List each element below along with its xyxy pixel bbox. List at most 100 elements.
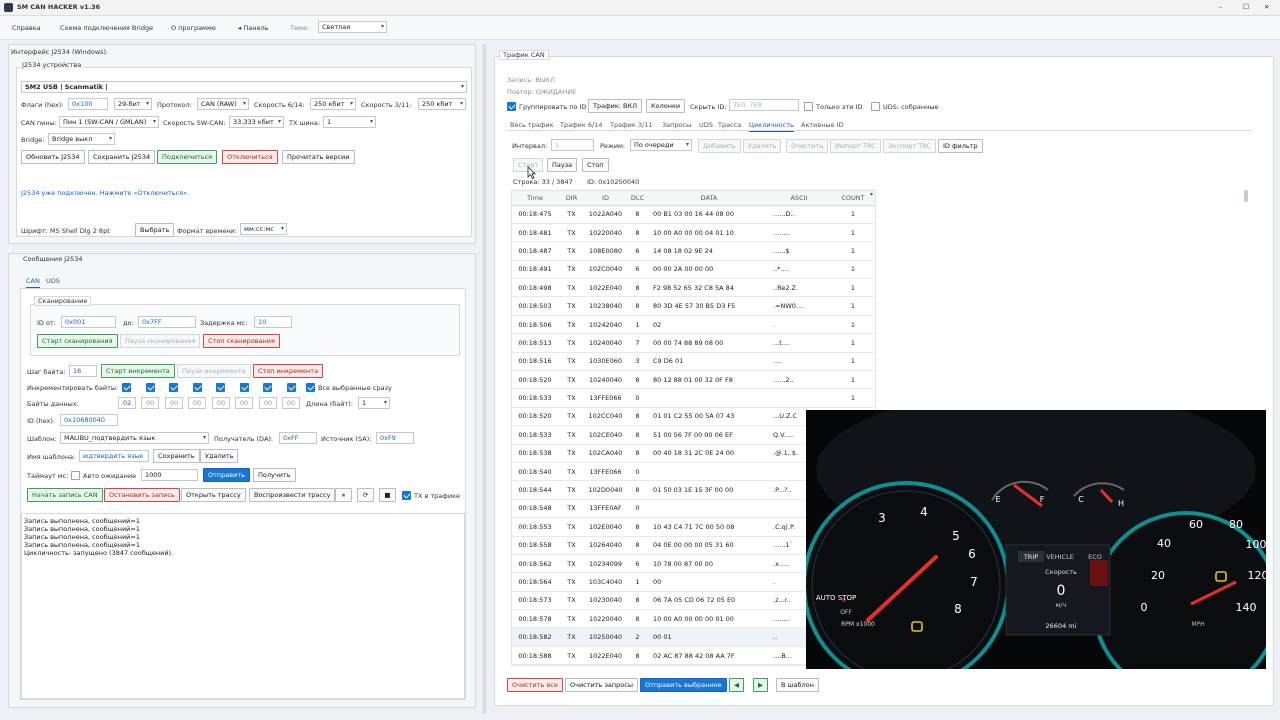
column-data[interactable]: DATA: [649, 191, 769, 206]
timefmt-select[interactable]: мм:сс:мс: [240, 223, 287, 235]
table-row[interactable]: 00:18:491 TX 102C0040 6 00 00 2A 00 00 00 ..*…: [512, 260, 875, 280]
table-row[interactable]: 00:18:503 TX 10238040 8 80 3D 4E 57 30 B5 D3…: [512, 296, 875, 316]
id-to-input[interactable]: 0x7FF: [138, 316, 196, 328]
hide-id-input[interactable]: 7E0, 7E8: [729, 99, 799, 111]
bridge-select[interactable]: Bridge выкл: [48, 133, 115, 145]
data-byte-7[interactable]: 00: [259, 397, 277, 409]
all-selected-checkbox[interactable]: [306, 383, 315, 392]
table-row[interactable]: 00:18:516 TX 1030E060 3 C9 D6 01.... 1: [512, 352, 875, 372]
table-scrollbar[interactable]: [1244, 190, 1248, 202]
data-byte-2[interactable]: 00: [141, 397, 159, 409]
only-these-checkbox[interactable]: [804, 102, 813, 111]
inc-byte-7-checkbox[interactable]: [263, 383, 272, 392]
prev-arrow-icon[interactable]: ◀: [729, 678, 744, 692]
menu-about[interactable]: О программе: [171, 24, 216, 32]
interval-input[interactable]: 1: [551, 139, 594, 151]
tab-can[interactable]: CAN: [26, 277, 40, 288]
inc-byte-6-checkbox[interactable]: [240, 383, 249, 392]
tab-all-traffic[interactable]: Весь трафик: [510, 121, 554, 129]
column-dlc[interactable]: DLC: [626, 191, 649, 206]
record-start-button[interactable]: Начать запись CAN: [27, 488, 103, 502]
id-from-input[interactable]: 0x001: [61, 316, 116, 328]
read-versions-button[interactable]: Прочитать версии: [282, 150, 355, 164]
table-row[interactable]: 00:18:533 TX 13FFE066 0 1: [512, 388, 875, 408]
mode-select[interactable]: По очереди: [630, 139, 692, 151]
id-filter-button[interactable]: ID фильтр: [938, 139, 983, 153]
data-byte-5[interactable]: 00: [212, 397, 230, 409]
tab-uds-traffic[interactable]: UDS: [699, 121, 713, 129]
tab-trace[interactable]: Трасса: [718, 121, 741, 129]
cyclic-stop-button[interactable]: Стоп: [582, 158, 609, 172]
timeout-input[interactable]: 1000: [141, 469, 198, 481]
canpins-select[interactable]: Пин 1 (SW-CAN / GMLAN): [59, 116, 159, 128]
scan-start-button[interactable]: Старт сканирования: [37, 334, 118, 348]
pause-icon[interactable]: ⏸: [335, 488, 352, 502]
save-j2534-button[interactable]: Сохранить J2534: [88, 150, 156, 164]
tx-in-traffic-checkbox[interactable]: [402, 491, 411, 500]
tab-active-ids[interactable]: Активные ID: [801, 121, 844, 129]
column-count[interactable]: COUNT: [829, 191, 875, 206]
send-selected-button[interactable]: Отправить выбранное: [640, 678, 727, 692]
template-select[interactable]: MALIBU_подтвердить язык: [60, 432, 209, 444]
protocol-select[interactable]: CAN (RAW): [197, 98, 249, 110]
tab-traffic-311[interactable]: Трафик 3/11: [610, 121, 652, 129]
connect-button[interactable]: Подключиться: [157, 150, 218, 164]
data-byte-1[interactable]: 02: [118, 397, 136, 409]
speed614-select[interactable]: 250 кбит: [310, 98, 356, 110]
device-select[interactable]: SM2 USB | Scanmatik |: [21, 81, 467, 93]
tab-uds[interactable]: UDS: [46, 277, 60, 285]
record-stop-button[interactable]: Остановить запись: [104, 488, 180, 502]
table-row[interactable]: 00:18:506 TX 10242040 1 02. 1: [512, 315, 875, 335]
inc-start-button[interactable]: Старт инкремента: [101, 364, 175, 378]
inc-byte-4-checkbox[interactable]: [193, 383, 202, 392]
scan-stop-button[interactable]: Стоп сканирования: [203, 334, 280, 348]
table-row[interactable]: 00:18:475 TX 1022A040 8 00 B1 03 00 16 44 08…: [512, 205, 875, 224]
choose-font-button[interactable]: Выбрать: [135, 223, 175, 237]
data-byte-4[interactable]: 00: [188, 397, 206, 409]
swcan-select[interactable]: 33.333 кбит: [229, 116, 284, 128]
stop-icon[interactable]: ■: [379, 488, 396, 502]
traffic-toggle-button[interactable]: Трафик: ВКЛ: [588, 99, 643, 113]
data-byte-6[interactable]: 00: [235, 397, 253, 409]
column-dir[interactable]: DIR: [558, 191, 585, 206]
receive-button[interactable]: Получить: [253, 468, 296, 482]
export-trc-button[interactable]: Экспорт TRC: [883, 139, 936, 153]
inc-byte-8-checkbox[interactable]: [287, 383, 296, 392]
theme-select[interactable]: Светлая: [318, 21, 387, 33]
inc-byte-3-checkbox[interactable]: [169, 383, 178, 392]
tab-requests[interactable]: Запросы: [662, 121, 691, 129]
cyclic-pause-button[interactable]: Пауза: [547, 158, 578, 172]
clear-requests-button[interactable]: Очистить запросы: [565, 678, 638, 692]
group-by-id-checkbox[interactable]: [507, 102, 516, 111]
inc-byte-2-checkbox[interactable]: [146, 383, 155, 392]
menu-help[interactable]: Справка: [12, 24, 41, 32]
menu-panel[interactable]: ◂ Панель: [238, 24, 268, 32]
minimize-button[interactable]: –: [1219, 3, 1222, 11]
loop-icon[interactable]: ⟳: [357, 488, 374, 502]
columns-button[interactable]: Колонки: [646, 99, 686, 113]
import-trc-button[interactable]: Импорт TRC: [830, 139, 881, 153]
step-input[interactable]: 16: [69, 365, 97, 377]
txbus-select[interactable]: 1: [323, 116, 376, 128]
bits-select[interactable]: 29-бит: [114, 98, 152, 110]
inc-stop-button[interactable]: Стоп инкремента: [253, 364, 324, 378]
inc-byte-1-checkbox[interactable]: [122, 383, 131, 392]
maximize-button[interactable]: □: [1243, 2, 1249, 10]
update-j2534-button[interactable]: Обновить J2534: [21, 150, 85, 164]
menu-bridge-scheme[interactable]: Схема подключения Bridge: [60, 24, 153, 32]
table-row[interactable]: 00:18:481 TX 10220040 8 10 00 A0 00 00 04 01…: [512, 223, 875, 243]
table-row[interactable]: 00:18:520 TX 10240040 8 80 12 88 01 00 32 0F…: [512, 370, 875, 390]
send-button[interactable]: Отправить: [203, 468, 250, 482]
tab-traffic-614[interactable]: Трафик 6/14: [560, 121, 602, 129]
disconnect-button[interactable]: Отключиться: [222, 150, 278, 164]
column-time[interactable]: Time: [512, 191, 558, 206]
template-save-button[interactable]: Сохранить: [153, 449, 200, 463]
add-button[interactable]: Добавить: [698, 139, 741, 153]
tab-cyclic[interactable]: Цикличность: [749, 121, 794, 132]
length-select[interactable]: 1: [358, 397, 390, 409]
table-row[interactable]: 00:18:498 TX 1022E040 8 F2 98 52 65 32 C8 5A…: [512, 278, 875, 298]
delete-button[interactable]: Удалить: [743, 139, 782, 153]
inc-pause-button[interactable]: Пауза инкремента: [177, 364, 251, 378]
flags-input[interactable]: 0x100: [68, 98, 108, 110]
next-arrow-icon[interactable]: ▶: [753, 678, 768, 692]
